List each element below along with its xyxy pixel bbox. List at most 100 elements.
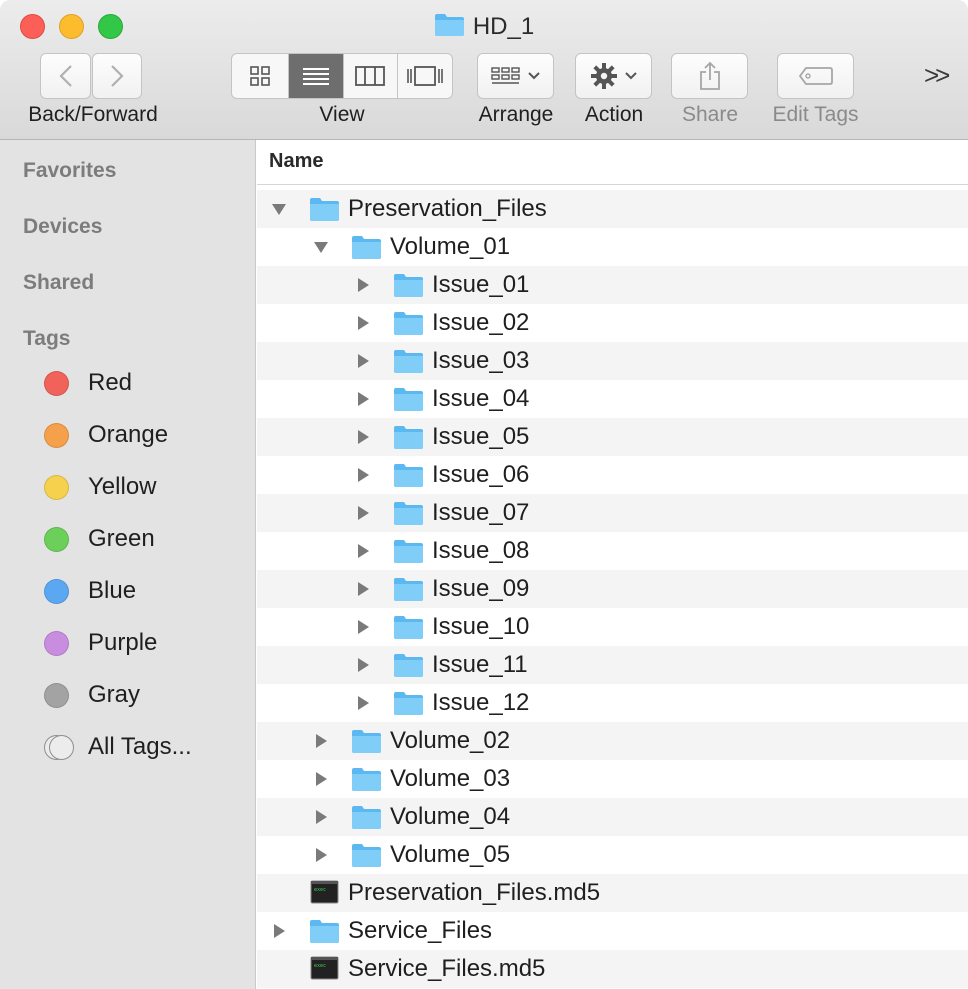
sidebar-item-tag-blue[interactable]: Blue bbox=[44, 571, 136, 611]
disclosure-triangle-open-icon[interactable] bbox=[271, 201, 287, 217]
action-button[interactable] bbox=[575, 53, 652, 99]
sidebar-section-devices[interactable]: Devices bbox=[23, 215, 102, 239]
folder-icon bbox=[393, 423, 424, 450]
sidebar-section-shared[interactable]: Shared bbox=[23, 271, 94, 295]
disclosure-triangle-closed-icon[interactable] bbox=[313, 771, 329, 787]
folder-row[interactable]: Issue_09 bbox=[257, 570, 968, 608]
row-name: Preservation_Files bbox=[348, 195, 547, 222]
tag-color-dot-icon bbox=[44, 526, 69, 552]
icon-view-button[interactable] bbox=[232, 54, 290, 98]
row-name: Issue_03 bbox=[432, 347, 530, 374]
disclosure-triangle-closed-icon[interactable] bbox=[355, 543, 371, 559]
folder-row[interactable]: Service_Files bbox=[257, 912, 968, 950]
disclosure-triangle-closed-icon[interactable] bbox=[355, 467, 371, 483]
arrange-button[interactable] bbox=[477, 53, 554, 99]
disclosure-triangle-closed-icon[interactable] bbox=[355, 657, 371, 673]
file-row[interactable]: exec Preservation_Files.md5 bbox=[257, 874, 968, 912]
folder-row[interactable]: Issue_03 bbox=[257, 342, 968, 380]
window-toolbar: HD_1 Back/Forward View Arrange Action Sh… bbox=[0, 0, 968, 140]
folder-icon bbox=[393, 689, 424, 716]
folder-row[interactable]: Issue_01 bbox=[257, 266, 968, 304]
sidebar-item-tag-red[interactable]: Red bbox=[44, 363, 132, 403]
disclosure-triangle-closed-icon[interactable] bbox=[271, 923, 287, 939]
share-button[interactable] bbox=[671, 53, 748, 99]
disclosure-triangle-closed-icon[interactable] bbox=[355, 315, 371, 331]
disclosure-triangle-open-icon[interactable] bbox=[313, 239, 329, 255]
folder-row[interactable]: Issue_06 bbox=[257, 456, 968, 494]
disclosure-triangle-closed-icon[interactable] bbox=[355, 695, 371, 711]
disclosure-triangle-closed-icon[interactable] bbox=[355, 505, 371, 521]
gallery-icon bbox=[406, 66, 443, 86]
chevron-left-icon bbox=[58, 65, 72, 87]
sidebar-item-tag-gray[interactable]: Gray bbox=[44, 675, 140, 715]
folder-row[interactable]: Issue_08 bbox=[257, 532, 968, 570]
row-name: Issue_02 bbox=[432, 309, 530, 336]
row-name: Service_Files.md5 bbox=[348, 955, 546, 982]
gallery-view-button[interactable] bbox=[398, 54, 453, 98]
tag-color-dot-icon bbox=[44, 422, 69, 448]
folder-row[interactable]: Issue_07 bbox=[257, 494, 968, 532]
edit-tags-button[interactable] bbox=[777, 53, 854, 99]
column-header-name[interactable]: Name bbox=[257, 140, 968, 185]
folder-row[interactable]: Volume_02 bbox=[257, 722, 968, 760]
folder-row[interactable]: Issue_05 bbox=[257, 418, 968, 456]
folder-row[interactable]: Volume_05 bbox=[257, 836, 968, 874]
tag-color-dot-icon bbox=[44, 682, 69, 708]
disclosure-triangle-closed-icon[interactable] bbox=[355, 619, 371, 635]
sidebar-section-favorites[interactable]: Favorites bbox=[23, 159, 116, 183]
sidebar-item-tag-yellow[interactable]: Yellow bbox=[44, 467, 157, 507]
disclosure-triangle-closed-icon[interactable] bbox=[355, 581, 371, 597]
folder-icon bbox=[309, 917, 340, 944]
share-icon bbox=[699, 61, 720, 90]
folder-icon bbox=[393, 651, 424, 678]
row-name: Issue_06 bbox=[432, 461, 530, 488]
sidebar-section-tags[interactable]: Tags bbox=[23, 327, 70, 351]
folder-icon bbox=[393, 461, 424, 488]
list-view-button[interactable] bbox=[289, 54, 344, 98]
folder-row[interactable]: Volume_01 bbox=[257, 228, 968, 266]
disclosure-triangle-closed-icon[interactable] bbox=[313, 733, 329, 749]
row-name: Service_Files bbox=[348, 917, 493, 944]
back-button[interactable] bbox=[40, 53, 91, 99]
sidebar-item-tag-purple[interactable]: Purple bbox=[44, 623, 157, 663]
tag-color-dot-icon bbox=[44, 630, 69, 656]
disclosure-triangle-closed-icon[interactable] bbox=[313, 809, 329, 825]
folder-row[interactable]: Volume_04 bbox=[257, 798, 968, 836]
terminal-document-icon: exec bbox=[309, 879, 340, 906]
sidebar-item-label: Purple bbox=[88, 629, 158, 656]
folder-icon bbox=[351, 233, 382, 260]
file-row[interactable]: exec Service_Files.md5 bbox=[257, 950, 968, 988]
disclosure-triangle-closed-icon[interactable] bbox=[355, 391, 371, 407]
row-name: Issue_08 bbox=[432, 537, 530, 564]
folder-row[interactable]: Issue_02 bbox=[257, 304, 968, 342]
terminal-document-icon: exec bbox=[309, 955, 340, 982]
folder-icon bbox=[351, 765, 382, 792]
folder-icon bbox=[351, 803, 382, 830]
sidebar-item-tag-green[interactable]: Green bbox=[44, 519, 155, 559]
folder-icon bbox=[434, 12, 465, 44]
disclosure-triangle-closed-icon[interactable] bbox=[355, 277, 371, 293]
svg-text:exec: exec bbox=[314, 887, 326, 893]
folder-row[interactable]: Issue_12 bbox=[257, 684, 968, 722]
disclosure-triangle-closed-icon[interactable] bbox=[355, 353, 371, 369]
tag-color-dot-icon bbox=[44, 370, 69, 396]
disclosure-triangle-closed-icon[interactable] bbox=[313, 847, 329, 863]
folder-row[interactable]: Issue_11 bbox=[257, 646, 968, 684]
row-name: Issue_01 bbox=[432, 271, 530, 298]
sidebar-item-all-tags[interactable]: All Tags... bbox=[44, 727, 192, 767]
sidebar-item-tag-orange[interactable]: Orange bbox=[44, 415, 168, 455]
chevron-down-icon bbox=[527, 72, 540, 80]
row-name: Volume_02 bbox=[390, 727, 511, 754]
folder-row[interactable]: Volume_03 bbox=[257, 760, 968, 798]
disclosure-triangle-closed-icon[interactable] bbox=[355, 429, 371, 445]
file-list: Name Preservation_Files Volume_01 Issue_01… bbox=[257, 140, 968, 989]
row-name: Volume_04 bbox=[390, 803, 511, 830]
column-view-button[interactable] bbox=[344, 54, 398, 98]
folder-row[interactable]: Issue_10 bbox=[257, 608, 968, 646]
folder-row[interactable]: Issue_04 bbox=[257, 380, 968, 418]
folder-row[interactable]: Preservation_Files bbox=[257, 190, 968, 228]
toolbar-overflow-button[interactable]: >> bbox=[924, 60, 950, 91]
forward-button[interactable] bbox=[92, 53, 142, 99]
arrange-grid-icon bbox=[490, 67, 520, 84]
folder-icon bbox=[393, 613, 424, 640]
